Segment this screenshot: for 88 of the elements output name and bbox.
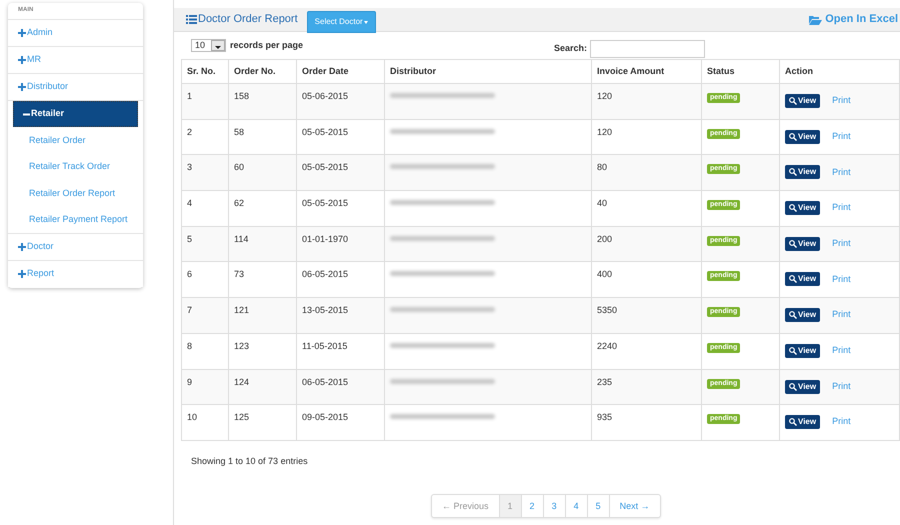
plus-icon <box>18 243 26 251</box>
caret-icon <box>364 20 368 24</box>
submenu-item[interactable]: Retailer Order <box>8 127 143 154</box>
page-button[interactable]: 2 <box>520 495 543 518</box>
table-cell: 120 <box>592 84 702 120</box>
plus-icon <box>18 270 26 278</box>
zoom-icon <box>789 97 797 105</box>
submenu-item[interactable]: Retailer Track Order <box>8 154 143 180</box>
view-button[interactable]: View <box>785 165 820 180</box>
table-cell: 2240 <box>592 333 702 369</box>
entries-info: Showing 1 to 10 of 73 entries <box>190 454 309 468</box>
table-cell: 40 <box>592 190 702 226</box>
page-size-label: records per page <box>230 38 304 52</box>
list-icon <box>186 15 197 24</box>
print-link[interactable]: Print <box>832 201 851 215</box>
open-in-excel-link[interactable]: Open In Excel <box>809 8 898 31</box>
view-button[interactable]: View <box>785 130 820 144</box>
zoom-icon <box>789 382 797 390</box>
print-link[interactable]: Print <box>832 415 851 429</box>
view-button[interactable]: View <box>785 415 820 430</box>
page-button[interactable]: 5 <box>586 495 609 518</box>
view-button[interactable]: View <box>785 308 820 322</box>
plus-icon <box>18 83 26 91</box>
table-cell: 09-05-2015 <box>296 404 384 440</box>
table-cell: 5350 <box>592 298 702 334</box>
view-button[interactable]: View <box>785 380 820 394</box>
plus-icon <box>18 56 26 64</box>
page-button[interactable]: 1 <box>498 495 521 518</box>
zoom-icon <box>789 204 797 212</box>
view-button[interactable]: View <box>785 272 820 286</box>
table-cell: 121 <box>228 298 296 334</box>
sidebar-item[interactable]: Admin <box>8 20 143 46</box>
print-link[interactable]: Print <box>832 308 851 322</box>
folder-icon <box>809 14 822 24</box>
print-link[interactable]: Print <box>832 380 851 394</box>
caret-icon <box>211 40 225 51</box>
column-header: Invoice Amount <box>592 60 702 84</box>
sidebar-item[interactable]: MR <box>8 47 143 73</box>
table-cell: 05-06-2015 <box>296 84 384 120</box>
view-button[interactable]: View <box>785 201 820 216</box>
table-cell: 11-05-2015 <box>296 333 384 369</box>
zoom-icon <box>789 168 797 176</box>
view-button[interactable]: View <box>785 94 820 108</box>
print-link[interactable]: Print <box>832 130 851 144</box>
column-header: Sr. No. <box>182 60 228 84</box>
print-link[interactable]: Print <box>832 94 851 108</box>
sidebar-item[interactable]: Doctor <box>8 234 143 260</box>
panel-title: Doctor Order Report <box>198 12 298 28</box>
table-cell: 05-05-2015 <box>296 190 384 226</box>
select-doctor-button[interactable]: Select Doctor <box>306 11 376 33</box>
table-cell: 1 <box>182 84 228 120</box>
column-header: Distributor <box>384 60 592 84</box>
table-cell: 4 <box>182 190 228 226</box>
table-cell: 125 <box>228 404 296 440</box>
view-button[interactable]: View <box>785 344 820 358</box>
sidebar-item[interactable]: Distributor <box>8 74 143 100</box>
table-cell: 10 <box>182 404 228 440</box>
column-header: Action <box>780 60 900 84</box>
zoom-icon <box>789 418 797 426</box>
zoom-icon <box>789 240 797 248</box>
table-cell: 62 <box>228 190 296 226</box>
table-cell: 8 <box>182 333 228 369</box>
minus-icon <box>23 110 30 118</box>
view-button[interactable]: View <box>785 236 820 251</box>
zoom-icon <box>789 132 797 141</box>
zoom-icon <box>789 311 797 320</box>
page-size-select[interactable]: 10 <box>191 39 226 52</box>
print-link[interactable]: Print <box>832 272 851 286</box>
table-cell: 935 <box>592 404 702 440</box>
zoom-icon <box>789 346 797 355</box>
page-button[interactable]: 3 <box>542 495 565 518</box>
print-link[interactable]: Print <box>832 344 851 358</box>
plus-icon <box>18 29 26 37</box>
search-field[interactable] <box>590 40 705 58</box>
next-button[interactable]: Next → <box>608 495 660 518</box>
table-cell: 158 <box>228 84 296 120</box>
page-button[interactable]: 4 <box>564 495 587 518</box>
print-link[interactable]: Print <box>832 166 851 180</box>
sidebar-item[interactable]: Report <box>8 261 143 287</box>
table-cell: 7 <box>182 298 228 334</box>
submenu-item[interactable]: Retailer Order Report <box>8 180 143 206</box>
table-cell: 13-05-2015 <box>296 298 384 334</box>
zoom-icon <box>789 275 797 284</box>
table-cell: 123 <box>228 333 296 369</box>
submenu-item[interactable]: Retailer Payment Report <box>8 206 143 233</box>
print-link[interactable]: Print <box>832 237 851 250</box>
sidebar-item[interactable]: Retailer <box>13 101 138 127</box>
search-label: Search: <box>554 42 587 55</box>
